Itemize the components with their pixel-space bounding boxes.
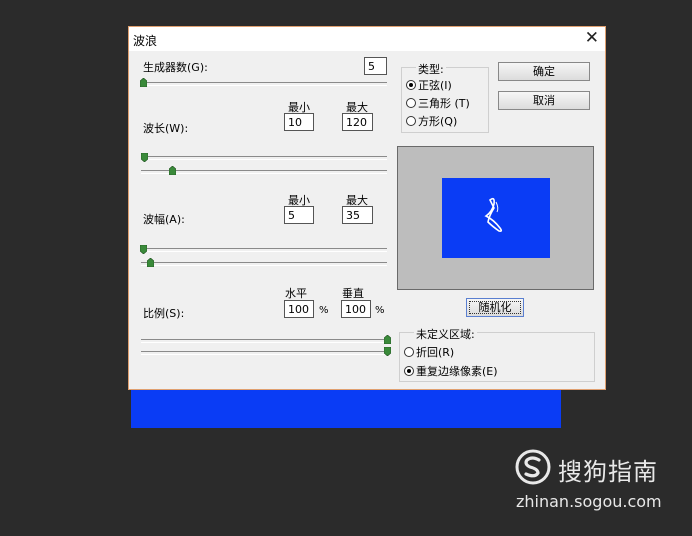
type-group: 类型: 正弦(I) 三角形 (T) 方形(Q) bbox=[401, 61, 489, 133]
wavelength-max-slider-track[interactable] bbox=[141, 170, 387, 174]
scale-vertical-input[interactable] bbox=[341, 300, 371, 318]
undefined-area-group-title: 未定义区域: bbox=[414, 326, 477, 342]
ok-button[interactable]: 确定 bbox=[498, 62, 590, 81]
amplitude-min-slider-thumb[interactable] bbox=[140, 245, 147, 254]
generators-slider-thumb[interactable] bbox=[140, 78, 147, 87]
wave-dialog: 波浪 ✕ 生成器数(G): 最小 最大 波长(W): 最小 最大 波幅(A): … bbox=[128, 26, 606, 390]
type-square-label: 方形(Q) bbox=[418, 115, 458, 128]
wavelength-min-slider-thumb[interactable] bbox=[141, 153, 148, 162]
watermark-url: zhinan.sogou.com bbox=[516, 492, 662, 511]
wrap-around-radio[interactable]: 折回(R) bbox=[404, 344, 454, 360]
repeat-edge-pixels-radio[interactable]: 重复边缘像素(E) bbox=[404, 363, 498, 379]
amplitude-min-input[interactable] bbox=[284, 206, 314, 224]
radio-selected-icon bbox=[404, 366, 414, 376]
amplitude-min-slider-track[interactable] bbox=[141, 248, 387, 252]
type-sine-label: 正弦(I) bbox=[418, 79, 452, 92]
scale-horizontal-unit: % bbox=[319, 305, 329, 316]
scale-horizontal-slider-thumb[interactable] bbox=[384, 335, 391, 344]
scale-vertical-label: 垂直 bbox=[342, 287, 364, 300]
scale-horizontal-slider-track[interactable] bbox=[141, 339, 387, 343]
type-triangle-radio[interactable]: 三角形 (T) bbox=[406, 95, 470, 111]
close-icon[interactable]: ✕ bbox=[585, 28, 599, 48]
radio-unselected-icon bbox=[406, 98, 416, 108]
wavelength-min-slider-track[interactable] bbox=[141, 156, 387, 160]
type-square-radio[interactable]: 方形(Q) bbox=[406, 113, 457, 129]
amplitude-max-slider-thumb[interactable] bbox=[147, 258, 154, 267]
wave-preview bbox=[397, 146, 594, 290]
wavelength-min-input[interactable] bbox=[284, 113, 314, 131]
scale-horizontal-input[interactable] bbox=[284, 300, 314, 318]
title-bar: 波浪 ✕ bbox=[129, 27, 605, 51]
generators-label: 生成器数(G): bbox=[143, 61, 208, 74]
sogou-logo-icon bbox=[515, 449, 551, 485]
scale-vertical-unit: % bbox=[375, 305, 385, 316]
preview-image bbox=[442, 178, 550, 258]
scale-vertical-slider-track[interactable] bbox=[141, 351, 387, 355]
randomize-button[interactable]: 随机化 bbox=[466, 298, 524, 317]
amplitude-max-input[interactable] bbox=[342, 206, 373, 224]
amplitude-label: 波幅(A): bbox=[143, 213, 185, 226]
scale-vertical-slider-thumb[interactable] bbox=[384, 347, 391, 356]
type-group-title: 类型: bbox=[416, 61, 446, 77]
document-canvas bbox=[131, 388, 561, 428]
wavelength-label: 波长(W): bbox=[143, 122, 189, 135]
amplitude-max-slider-track[interactable] bbox=[141, 262, 387, 266]
dialog-title: 波浪 bbox=[133, 34, 158, 48]
radio-unselected-icon bbox=[404, 347, 414, 357]
type-triangle-label: 三角形 (T) bbox=[418, 97, 470, 110]
wavelength-max-slider-thumb[interactable] bbox=[169, 166, 176, 175]
radio-selected-icon bbox=[406, 80, 416, 90]
radio-unselected-icon bbox=[406, 116, 416, 126]
cancel-button[interactable]: 取消 bbox=[498, 91, 590, 110]
wrap-around-label: 折回(R) bbox=[416, 346, 455, 359]
repeat-edge-pixels-label: 重复边缘像素(E) bbox=[416, 365, 498, 378]
generators-input[interactable] bbox=[364, 57, 387, 75]
generators-slider-track[interactable] bbox=[141, 82, 387, 86]
preview-wave-shape bbox=[484, 197, 503, 232]
wavelength-max-input[interactable] bbox=[342, 113, 373, 131]
undefined-area-group: 未定义区域: 折回(R) 重复边缘像素(E) bbox=[399, 326, 595, 382]
scale-horizontal-label: 水平 bbox=[285, 287, 307, 300]
scale-label: 比例(S): bbox=[143, 307, 185, 320]
watermark-name: 搜狗指南 bbox=[558, 458, 658, 486]
type-sine-radio[interactable]: 正弦(I) bbox=[406, 77, 452, 93]
